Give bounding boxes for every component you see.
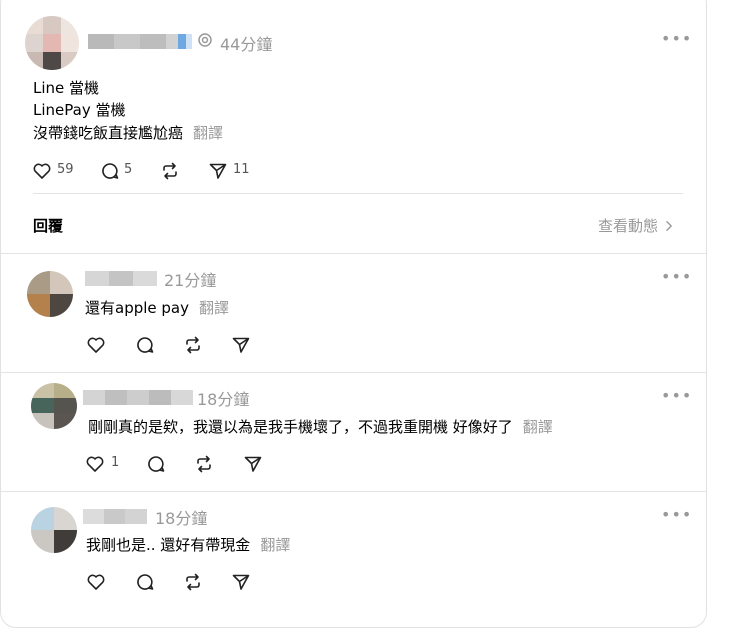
avatar[interactable] <box>27 271 73 317</box>
reply-text: 我剛也是.. 還好有帶現金 <box>86 536 251 554</box>
replies-title: 回覆 <box>33 217 64 235</box>
post-time: 44分鐘 <box>220 35 273 54</box>
username[interactable] <box>83 509 147 524</box>
heart-icon[interactable] <box>85 454 105 474</box>
post-text: 沒帶錢吃飯直接尷尬癌 <box>33 124 184 142</box>
repost-icon[interactable] <box>183 572 203 592</box>
reply-text-row: 剛剛真的是欸，我還以為是我手機壞了，不過我重開機 好像好了 翻譯 <box>88 416 553 437</box>
heart-icon[interactable] <box>86 335 106 355</box>
comment-icon[interactable] <box>135 572 155 592</box>
post-line-3: 沒帶錢吃飯直接尷尬癌 翻譯 <box>33 122 223 143</box>
repost-icon[interactable] <box>160 161 180 181</box>
more-icon[interactable]: ••• <box>661 386 692 405</box>
translate-link[interactable]: 翻譯 <box>199 299 229 317</box>
avatar[interactable] <box>25 16 79 70</box>
share-icon[interactable] <box>208 161 228 181</box>
divider <box>1 253 706 254</box>
more-icon[interactable]: ••• <box>661 505 692 524</box>
like-count: 59 <box>57 162 74 177</box>
reply-time: 21分鐘 <box>164 271 217 290</box>
repost-icon[interactable] <box>183 335 203 355</box>
comment-icon[interactable] <box>135 335 155 355</box>
divider <box>1 372 706 373</box>
share-icon[interactable] <box>231 335 251 355</box>
reply-time: 18分鐘 <box>155 509 208 528</box>
share-icon[interactable] <box>231 572 251 592</box>
share-count: 11 <box>233 162 250 177</box>
post-line-2: LinePay 當機 <box>33 101 126 119</box>
chevron-right-icon <box>665 218 674 236</box>
translate-link[interactable]: 翻譯 <box>193 124 223 142</box>
reply-text-row: 還有apple pay 翻譯 <box>85 297 229 318</box>
username[interactable] <box>85 271 157 286</box>
view-activity-label: 查看動態 <box>598 217 659 235</box>
heart-icon[interactable] <box>32 161 52 181</box>
reply-text: 剛剛真的是欸，我還以為是我手機壞了，不過我重開機 好像好了 <box>88 418 513 436</box>
share-icon[interactable] <box>243 454 263 474</box>
comment-count: 5 <box>124 162 133 177</box>
repost-icon[interactable] <box>194 454 214 474</box>
view-activity-link[interactable]: 查看動態 <box>598 215 674 236</box>
pin-icon <box>197 32 213 48</box>
translate-link[interactable]: 翻譯 <box>523 418 553 436</box>
thread-card: 44分鐘 ••• Line 當機 LinePay 當機 沒帶錢吃飯直接尷尬癌 翻譯… <box>0 0 707 628</box>
reply-text: 還有apple pay <box>85 299 189 317</box>
divider <box>1 491 706 492</box>
like-count: 1 <box>111 455 120 470</box>
reply-time: 18分鐘 <box>197 390 250 409</box>
avatar[interactable] <box>31 383 77 429</box>
divider <box>33 193 683 194</box>
comment-icon[interactable] <box>100 161 120 181</box>
avatar[interactable] <box>31 507 77 553</box>
more-icon[interactable]: ••• <box>661 267 692 286</box>
heart-icon[interactable] <box>86 572 106 592</box>
username[interactable] <box>88 34 192 49</box>
translate-link[interactable]: 翻譯 <box>260 536 290 554</box>
username[interactable] <box>83 390 193 405</box>
more-icon[interactable]: ••• <box>661 29 692 48</box>
reply-text-row: 我剛也是.. 還好有帶現金 翻譯 <box>86 534 290 555</box>
comment-icon[interactable] <box>146 454 166 474</box>
post-line-1: Line 當機 <box>33 79 100 97</box>
